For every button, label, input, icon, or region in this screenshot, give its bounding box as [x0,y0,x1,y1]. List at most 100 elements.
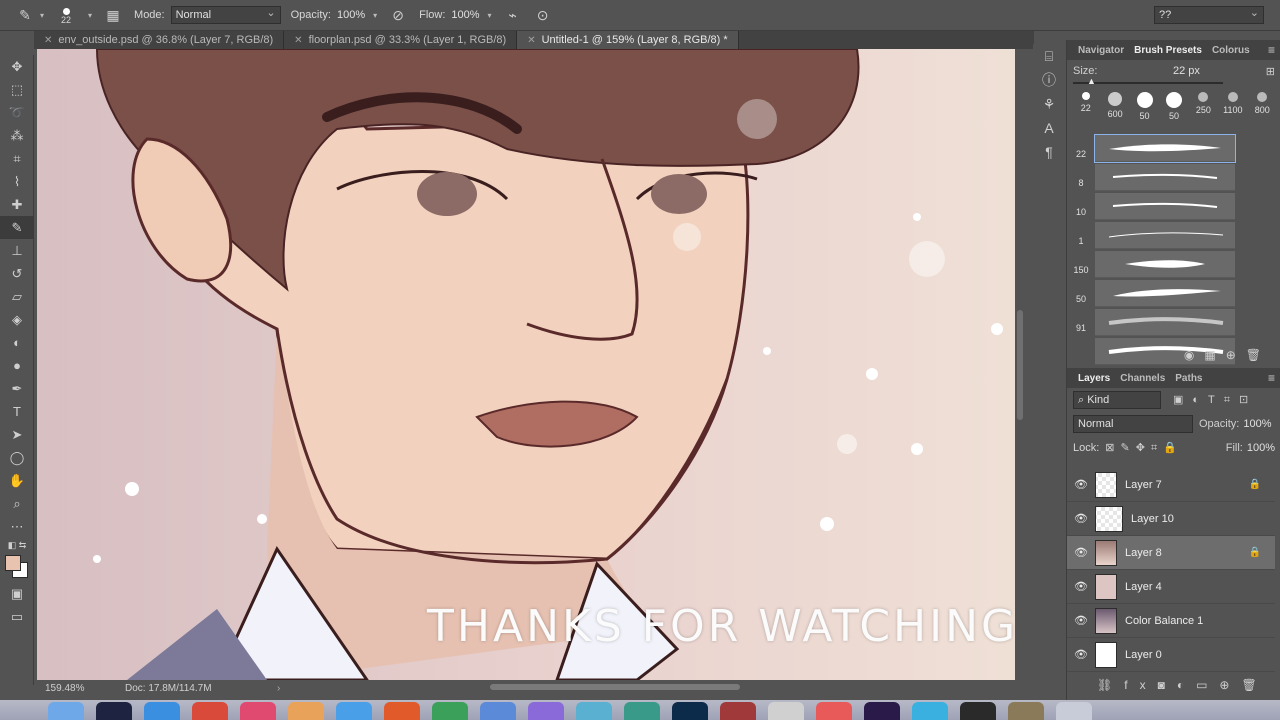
chevron-down-icon[interactable]: ▾ [88,11,92,20]
kind-filter-select[interactable]: ⌕ Kind [1073,391,1161,409]
brush-item[interactable]: 1 [1067,221,1237,250]
type-tool-icon[interactable]: T [0,400,34,423]
brush-size-picker[interactable]: 22 [54,6,78,25]
launchpad-icon[interactable] [96,702,132,720]
new-brush-icon[interactable]: ⊕ [1226,348,1246,362]
adjustment-layer-icon[interactable]: ◐ [1177,678,1196,692]
layer-row[interactable]: 👁 Layer 7 🔒 [1067,468,1275,502]
preset-thumb[interactable]: 50 [1161,92,1187,121]
trash-icon[interactable]: 🗑 [1241,678,1268,692]
brush-item[interactable]: 8 [1067,163,1237,192]
toggle-brush-panel-icon[interactable]: ◉ [1184,348,1204,362]
brush-item[interactable]: 150 [1067,250,1237,279]
fill-value[interactable]: 100% [1247,442,1275,454]
preview-icon[interactable] [528,702,564,720]
visibility-eye-icon[interactable]: 👁 [1067,648,1095,661]
tab-channels[interactable]: Channels [1115,373,1170,384]
vertical-scrollbar[interactable] [1017,310,1023,420]
messages-icon[interactable] [336,702,372,720]
blur-tool-icon[interactable]: ◐ [0,331,34,354]
preset-thumb[interactable]: 1100 [1220,92,1246,121]
downloads-icon[interactable] [1008,702,1044,720]
pressure-opacity-icon[interactable]: ⊘ [387,4,409,26]
chevron-down-icon[interactable]: ▾ [373,11,377,20]
mail-icon[interactable] [576,702,612,720]
acrobat-icon[interactable] [384,702,420,720]
color-swatches[interactable] [0,552,33,582]
preset-thumb[interactable]: 22 [1073,92,1099,121]
crop-tool-icon[interactable]: ⌗ [0,147,34,170]
chrome-icon[interactable] [192,702,228,720]
panel-menu-icon[interactable]: ≡ [1268,371,1275,385]
visibility-eye-icon[interactable]: 👁 [1067,614,1095,627]
quick-mask-icon[interactable]: ▣ [0,582,34,605]
after-effects-icon[interactable] [864,702,900,720]
mode-select[interactable]: Normal [170,5,281,24]
paint-bucket-tool-icon[interactable]: ◈ [0,308,34,331]
hand-tool-icon[interactable]: ✋ [0,469,34,492]
layer-row[interactable]: 👁 Layer 0 [1067,638,1275,672]
layer-row[interactable]: 👁 Layer 10 [1067,502,1275,536]
app-store-icon[interactable] [480,702,516,720]
screen-mode-icon[interactable]: ▭ [0,605,34,628]
size-slider[interactable]: ▲ [1073,76,1223,86]
brush-item[interactable]: 10 [1067,192,1237,221]
finder-icon[interactable] [48,702,84,720]
size-value[interactable]: 22 px [1173,65,1200,77]
brush-item[interactable]: 50 [1067,279,1237,308]
chevron-down-icon[interactable]: ▾ [488,11,492,20]
trash-icon[interactable]: 🗑 [1246,348,1271,362]
character-panel-icon[interactable]: A [1033,116,1065,140]
horizontal-scrollbar[interactable] [490,684,740,690]
healing-brush-tool-icon[interactable]: ✚ [0,193,34,216]
status-menu-arrow[interactable]: › [277,683,280,694]
tab-env-outside[interactable]: ✕ env_outside.psd @ 36.8% (Layer 7, RGB/… [34,31,285,49]
opacity-value[interactable]: 100% [337,9,365,21]
brush-tool-preset[interactable]: ✎ ▾ [14,4,44,26]
new-layer-icon[interactable]: ⊕ [1219,678,1241,692]
zoom-tool-icon[interactable]: ⌕ [0,492,34,515]
close-icon[interactable]: ✕ [294,35,302,46]
safari-icon[interactable] [144,702,180,720]
tab-navigator[interactable]: Navigator [1073,45,1129,56]
close-icon[interactable]: ✕ [527,35,535,46]
workspace-select[interactable]: ?? [1154,5,1264,24]
tab-brush-presets[interactable]: Brush Presets [1129,45,1207,56]
trash-dock-icon[interactable] [1056,702,1092,720]
paragraph-panel-icon[interactable]: ¶ [1033,140,1065,164]
blend-mode-select[interactable]: Normal [1073,415,1193,433]
opacity-value[interactable]: 100% [1243,418,1271,430]
history-panel-icon[interactable]: ⌸ [1033,44,1065,68]
app-icon[interactable] [720,702,756,720]
visibility-eye-icon[interactable]: 👁 [1067,580,1095,593]
add-mask-icon[interactable]: ◙ [1158,678,1177,692]
airbrush-icon[interactable]: ⌁ [502,4,524,26]
filter-icons[interactable]: ▣◐T⌗⊡ [1173,393,1257,407]
slider-knob-icon[interactable]: ▲ [1087,76,1096,86]
preset-thumb[interactable]: 250 [1190,92,1216,121]
marquee-tool-icon[interactable]: ⬚ [0,78,34,101]
visibility-eye-icon[interactable]: 👁 [1067,478,1095,491]
brush-item[interactable]: 91 [1067,308,1237,337]
tab-layers[interactable]: Layers [1073,373,1115,384]
default-colors-icon[interactable]: ◧ ⇆ [0,538,34,552]
new-preset-icon[interactable]: ⊞ [1266,65,1275,78]
path-selection-tool-icon[interactable]: ➤ [0,423,34,446]
visibility-eye-icon[interactable]: 👁 [1067,546,1095,559]
pen-tool-icon[interactable]: ✒ [0,377,34,400]
quick-select-tool-icon[interactable]: ⁂ [0,124,34,147]
grid-view-icon[interactable]: ▦ [1204,348,1225,362]
zoom-level[interactable]: 159.48% [37,683,97,694]
tab-floorplan[interactable]: ✕ floorplan.psd @ 33.3% (Layer 1, RGB/8) [284,31,518,49]
info-panel-icon[interactable]: ⓘ [1033,68,1065,92]
tab-colorus[interactable]: Colorus [1207,45,1255,56]
preset-thumb[interactable]: 600 [1102,92,1128,121]
tab-untitled-1[interactable]: ✕ Untitled-1 @ 159% (Layer 8, RGB/8) * [517,31,739,49]
excel-icon[interactable] [432,702,468,720]
layer-row[interactable]: 👁 Layer 4 [1067,570,1275,604]
move-tool-icon[interactable]: ✥ [0,55,34,78]
more-tools-icon[interactable]: ⋯ [0,515,34,538]
preset-thumb[interactable]: 50 [1132,92,1158,121]
eyedropper-tool-icon[interactable]: ⌇ [0,170,34,193]
calendar-icon[interactable] [816,702,852,720]
